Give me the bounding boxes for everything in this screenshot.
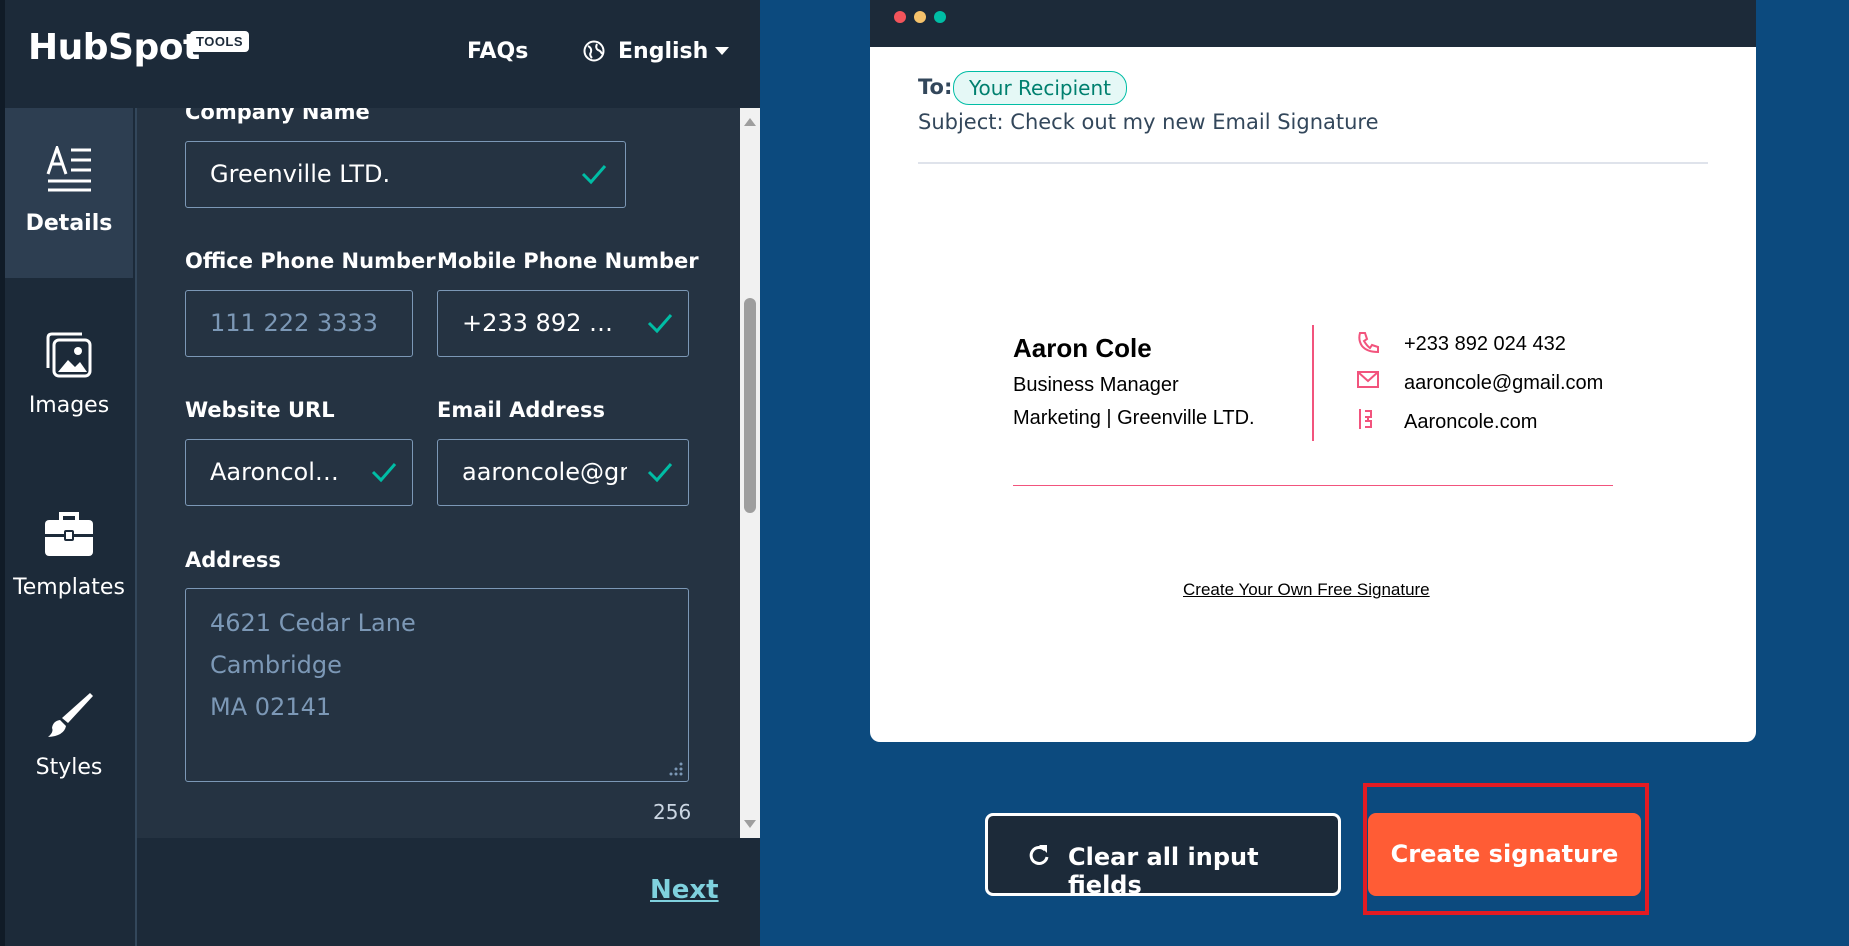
scrollbar-thumb[interactable]: [744, 298, 756, 513]
briefcase-icon: [45, 512, 93, 556]
nav-templates-label: Templates: [13, 575, 125, 600]
next-link[interactable]: Next: [650, 875, 719, 905]
brush-icon: [48, 693, 93, 737]
email-icon: [1357, 371, 1379, 388]
signature-bottom-line: [1013, 485, 1613, 486]
editor-panel: HubSpot TOOLS FAQs English Details Image…: [0, 0, 760, 946]
details-icon: [46, 146, 91, 192]
mobile-phone-label: Mobile Phone Number: [437, 249, 699, 273]
nav-details[interactable]: Details: [5, 108, 133, 278]
company-name-label: Company Name: [185, 108, 370, 124]
address-placeholder-line: Cambridge: [210, 651, 342, 679]
subject-line: Subject: Check out my new Email Signatur…: [918, 110, 1379, 134]
chevron-down-icon: [715, 47, 729, 55]
company-name-field[interactable]: Greenville LTD.: [185, 141, 626, 208]
email-field[interactable]: aaroncole@gm: [437, 439, 689, 506]
nav-details-label: Details: [25, 211, 113, 236]
address-textarea[interactable]: 4621 Cedar Lane Cambridge MA 02141: [185, 588, 689, 782]
check-icon: [647, 314, 673, 334]
nav-images[interactable]: Images: [5, 288, 133, 458]
website-value: Aaroncole....: [210, 458, 350, 486]
header-separator: [918, 162, 1708, 164]
nav-styles[interactable]: Styles: [5, 648, 133, 818]
address-placeholder-line: 4621 Cedar Lane: [210, 609, 416, 637]
language-selector[interactable]: English: [578, 36, 738, 70]
free-signature-link[interactable]: Create Your Own Free Signature: [1183, 580, 1430, 600]
signature-company: Marketing | Greenville LTD.: [1013, 407, 1255, 429]
nav-templates[interactable]: Templates: [5, 468, 133, 638]
link-icon: [1359, 409, 1372, 429]
side-navigation: Details Images Templates Styles: [5, 108, 135, 946]
mobile-phone-value: +233 892 024...: [462, 309, 627, 337]
check-icon: [647, 463, 673, 483]
email-label: Email Address: [437, 398, 606, 422]
mobile-phone-field[interactable]: +233 892 024...: [437, 290, 689, 357]
signature-website: Aaroncole.com: [1404, 411, 1538, 433]
nav-images-label: Images: [28, 393, 110, 418]
email-preview: To: Your Recipient Subject: Check out my…: [870, 0, 1756, 742]
address-char-count: 256: [653, 800, 692, 824]
language-label: English: [618, 39, 709, 64]
details-form: Company Name Greenville LTD. Office Phon…: [137, 108, 740, 838]
signature-email: aaroncole@gmail.com: [1404, 372, 1604, 394]
office-phone-placeholder: 111 222 3333: [210, 309, 378, 337]
preview-window-bar: [870, 0, 1756, 47]
refresh-icon: [1029, 845, 1049, 865]
logo-text: HubSpot: [28, 27, 200, 68]
hubspot-logo[interactable]: HubSpot: [28, 20, 200, 76]
resize-handle-icon[interactable]: [668, 761, 684, 777]
company-name-value: Greenville LTD.: [210, 160, 391, 188]
window-dot-red: [894, 11, 906, 23]
clear-fields-button[interactable]: Clear all input fields: [985, 813, 1341, 899]
address-label: Address: [185, 548, 281, 572]
subject-text: Check out my new Email Signature: [1010, 110, 1379, 134]
office-phone-field[interactable]: 111 222 3333: [185, 290, 413, 357]
website-label: Website URL: [185, 398, 335, 422]
clear-fields-label: Clear all input fields: [1068, 843, 1259, 899]
signature-phone: +233 892 024 432: [1404, 333, 1566, 355]
signature-title: Business Manager: [1013, 374, 1179, 396]
nav-styles-label: Styles: [35, 755, 103, 780]
office-phone-label: Office Phone Number: [185, 249, 436, 273]
images-icon: [46, 332, 92, 378]
subject-label: Subject:: [918, 110, 1004, 134]
check-icon: [581, 165, 607, 185]
faqs-link[interactable]: FAQs: [467, 39, 528, 64]
scroll-up-icon[interactable]: [740, 114, 760, 130]
top-bar: HubSpot TOOLS FAQs English: [5, 0, 760, 108]
create-signature-button[interactable]: Create signature: [1368, 813, 1641, 896]
recipient-pill: Your Recipient: [953, 71, 1127, 105]
globe-icon: [583, 40, 605, 62]
form-scrollbar[interactable]: [740, 108, 760, 838]
email-value: aaroncole@gm: [462, 458, 627, 486]
signature-name: Aaron Cole: [1013, 333, 1152, 363]
phone-icon: [1358, 332, 1379, 353]
to-label: To:: [918, 75, 953, 99]
scroll-down-icon[interactable]: [740, 816, 760, 832]
website-field[interactable]: Aaroncole....: [185, 439, 413, 506]
window-dot-yellow: [914, 11, 926, 23]
address-placeholder-line: MA 02141: [210, 693, 332, 721]
window-dot-green: [934, 11, 946, 23]
tools-badge: TOOLS: [190, 31, 250, 52]
signature-divider: [1312, 325, 1314, 441]
check-icon: [371, 463, 397, 483]
